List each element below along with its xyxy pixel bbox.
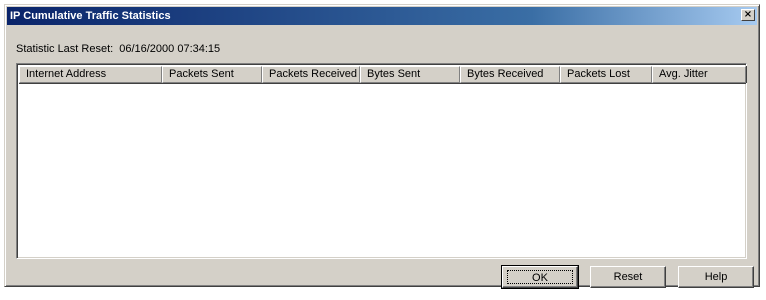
traffic-statistics-list[interactable]: Internet Address Packets Sent Packets Re… xyxy=(16,63,747,259)
title-bar[interactable]: IP Cumulative Traffic Statistics × xyxy=(7,7,757,25)
list-header: Internet Address Packets Sent Packets Re… xyxy=(19,66,746,83)
window-title: IP Cumulative Traffic Statistics xyxy=(10,10,171,22)
column-header-packets-sent[interactable]: Packets Sent xyxy=(162,66,262,83)
column-header-bytes-received[interactable]: Bytes Received xyxy=(460,66,560,83)
statistic-reset-row: Statistic Last Reset: 06/16/2000 07:34:15 xyxy=(16,42,220,56)
column-header-packets-received[interactable]: Packets Received xyxy=(262,66,360,83)
dialog-window: IP Cumulative Traffic Statistics × Stati… xyxy=(4,4,760,289)
ok-button-label: OK xyxy=(507,270,573,284)
column-header-bytes-sent[interactable]: Bytes Sent xyxy=(360,66,460,83)
reset-button[interactable]: Reset xyxy=(590,266,666,288)
column-header-packets-lost[interactable]: Packets Lost xyxy=(560,66,652,83)
column-header-internet-address[interactable]: Internet Address xyxy=(19,66,162,83)
column-header-avg-jitter[interactable]: Avg. Jitter xyxy=(652,66,746,83)
reset-timestamp: 06/16/2000 07:34:15 xyxy=(119,43,221,55)
help-button[interactable]: Help xyxy=(678,266,754,288)
ok-button[interactable]: OK xyxy=(501,265,579,289)
reset-label: Statistic Last Reset: xyxy=(16,43,114,55)
close-icon[interactable]: × xyxy=(741,9,755,21)
